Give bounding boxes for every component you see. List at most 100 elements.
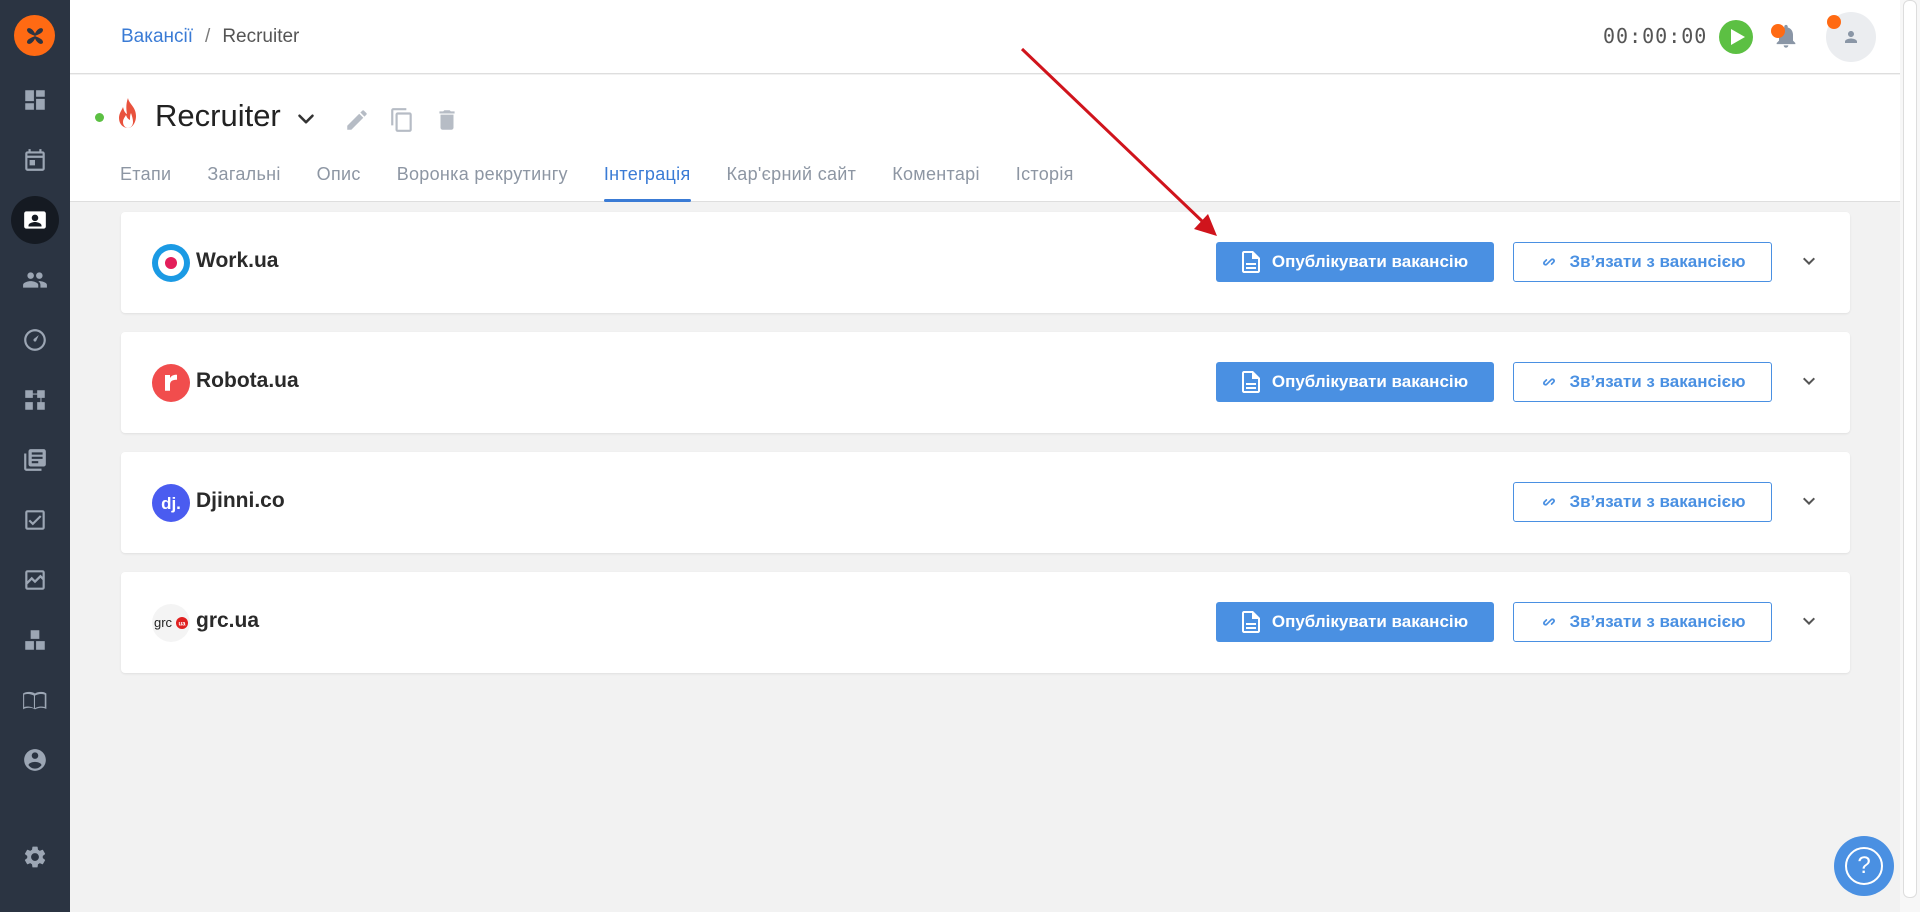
play-icon	[1730, 29, 1745, 45]
tab-comments[interactable]: Коментарі	[892, 159, 980, 202]
publish-vacancy-button[interactable]: Опублікувати вакансію	[1216, 602, 1494, 642]
grc-logo-text: grc	[154, 615, 173, 630]
integration-card-robotaua: Robota.ua Опублікувати вакансію Зв’язати…	[121, 332, 1850, 433]
delete-button[interactable]	[434, 107, 460, 133]
logo-icon	[26, 27, 43, 44]
link-button-label: Зв’язати з вакансією	[1569, 372, 1746, 391]
integration-name: grc.ua	[196, 609, 260, 632]
publish-vacancy-button[interactable]: Опублікувати вакансію	[1216, 362, 1494, 402]
expand-card-button[interactable]	[1797, 249, 1821, 273]
timer-start-button[interactable]	[1719, 20, 1753, 54]
link-vacancy-button[interactable]: Зв’язати з вакансією	[1513, 362, 1772, 402]
link-icon	[1543, 378, 1556, 386]
link-icon	[1543, 618, 1556, 626]
sidebar-item-library[interactable]	[11, 436, 59, 484]
tab-integration[interactable]: Інтеграція	[603, 159, 691, 202]
link-vacancy-button[interactable]: Зв’язати з вакансією	[1513, 482, 1772, 522]
notification-dot	[1771, 24, 1785, 38]
tab-general[interactable]: Загальні	[207, 159, 280, 202]
chevron-down-icon	[1803, 617, 1815, 625]
publish-button-label: Опублікувати вакансію	[1271, 372, 1469, 391]
copy-icon	[391, 108, 412, 132]
settings-icon	[24, 846, 46, 868]
expand-card-button[interactable]	[1797, 489, 1821, 513]
tab-description[interactable]: Опис	[317, 159, 361, 202]
calendar-icon	[25, 149, 45, 171]
gauge-icon	[24, 329, 46, 351]
sidebar	[0, 0, 70, 912]
tab-funnel[interactable]: Воронка рекрутингу	[397, 159, 568, 202]
djinni-logo-text: dj.	[161, 494, 181, 513]
tasks-icon	[25, 510, 45, 530]
copy-button[interactable]	[389, 107, 415, 133]
chevron-down-icon	[1803, 377, 1815, 385]
publish-button-label: Опублікувати вакансію	[1271, 612, 1469, 631]
avatar-status-dot	[1827, 15, 1841, 29]
breadcrumb-separator: /	[205, 26, 211, 47]
integration-name: Robota.ua	[196, 369, 299, 392]
sidebar-item-knowledge[interactable]	[11, 676, 59, 724]
document-icon	[1241, 371, 1260, 393]
top-header: Вакансії / Recruiter 00:00:00	[70, 0, 1900, 74]
user-avatar[interactable]	[1826, 12, 1876, 62]
sidebar-item-candidates[interactable]	[11, 256, 59, 304]
help-button[interactable]: ?	[1834, 836, 1894, 896]
chevron-down-icon[interactable]	[293, 106, 319, 132]
integration-name: Djinni.co	[196, 489, 285, 512]
publish-button-label: Опублікувати вакансію	[1271, 252, 1469, 271]
breadcrumb: Вакансії / Recruiter	[121, 26, 299, 48]
sidebar-item-gauge[interactable]	[11, 316, 59, 364]
library-icon	[24, 449, 46, 471]
sidebar-item-calendar[interactable]	[11, 136, 59, 184]
vacancy-header: Recruiter Етапи Загальні Опис Воронка ре…	[70, 75, 1900, 202]
notifications-button[interactable]	[1771, 22, 1802, 52]
vacancy-tabs: Етапи Загальні Опис Воронка рекрутингу І…	[120, 159, 1110, 202]
help-icon: ?	[1845, 847, 1883, 885]
page-scrollbar[interactable]	[1900, 0, 1920, 912]
chevron-down-icon	[1803, 497, 1815, 505]
sidebar-item-analytics[interactable]	[11, 556, 59, 604]
sidebar-item-pipeline[interactable]	[11, 376, 59, 424]
sidebar-item-integrations[interactable]	[11, 616, 59, 664]
integration-card-grcua: grc ua grc.ua Опублікувати вакансію Зв’я…	[121, 572, 1850, 673]
edit-button[interactable]	[344, 107, 370, 133]
integration-card-djinni: dj. Djinni.co Зв’язати з вакансією	[121, 452, 1850, 553]
sidebar-item-profile[interactable]	[11, 736, 59, 784]
grcua-logo-icon: grc ua	[152, 604, 190, 642]
link-vacancy-button[interactable]: Зв’язати з вакансією	[1513, 242, 1772, 282]
fire-icon	[119, 98, 136, 128]
app-logo[interactable]	[14, 15, 55, 56]
document-icon	[1241, 611, 1260, 633]
sidebar-item-settings[interactable]	[11, 833, 59, 881]
sidebar-item-tasks[interactable]	[11, 496, 59, 544]
workua-logo-icon	[152, 244, 190, 282]
knowledge-icon	[23, 691, 47, 710]
vacancy-title: Recruiter	[155, 98, 281, 133]
sidebar-item-vacancies[interactable]	[11, 196, 59, 244]
candidates-icon	[23, 272, 47, 288]
integrations-icon	[25, 630, 45, 650]
user-icon	[1845, 31, 1857, 43]
expand-card-button[interactable]	[1797, 609, 1821, 633]
breadcrumb-vacancies-link[interactable]: Вакансії	[121, 26, 193, 48]
pipeline-icon	[25, 390, 45, 410]
tab-stages[interactable]: Етапи	[120, 159, 171, 202]
tab-history[interactable]: Історія	[1016, 159, 1074, 202]
publish-vacancy-button[interactable]: Опублікувати вакансію	[1216, 242, 1494, 282]
time-tracker-display: 00:00:00	[1603, 24, 1708, 48]
sidebar-item-dashboard[interactable]	[11, 76, 59, 124]
scrollbar-thumb[interactable]	[1903, 0, 1917, 898]
expand-card-button[interactable]	[1797, 369, 1821, 393]
link-vacancy-button[interactable]: Зв’язати з вакансією	[1513, 602, 1772, 642]
djinni-logo-icon: dj.	[152, 484, 190, 522]
tab-career-site[interactable]: Кар'єрний сайт	[727, 159, 857, 202]
pencil-icon	[347, 110, 367, 130]
chevron-down-icon	[1803, 257, 1815, 265]
link-button-label: Зв’язати з вакансією	[1569, 252, 1746, 271]
grc-logo-badge: ua	[178, 622, 186, 628]
breadcrumb-current: Recruiter	[222, 26, 300, 47]
vacancies-icon	[24, 211, 46, 229]
dashboard-icon	[25, 90, 45, 110]
robotaua-logo-icon	[152, 364, 190, 402]
document-icon	[1241, 251, 1260, 273]
